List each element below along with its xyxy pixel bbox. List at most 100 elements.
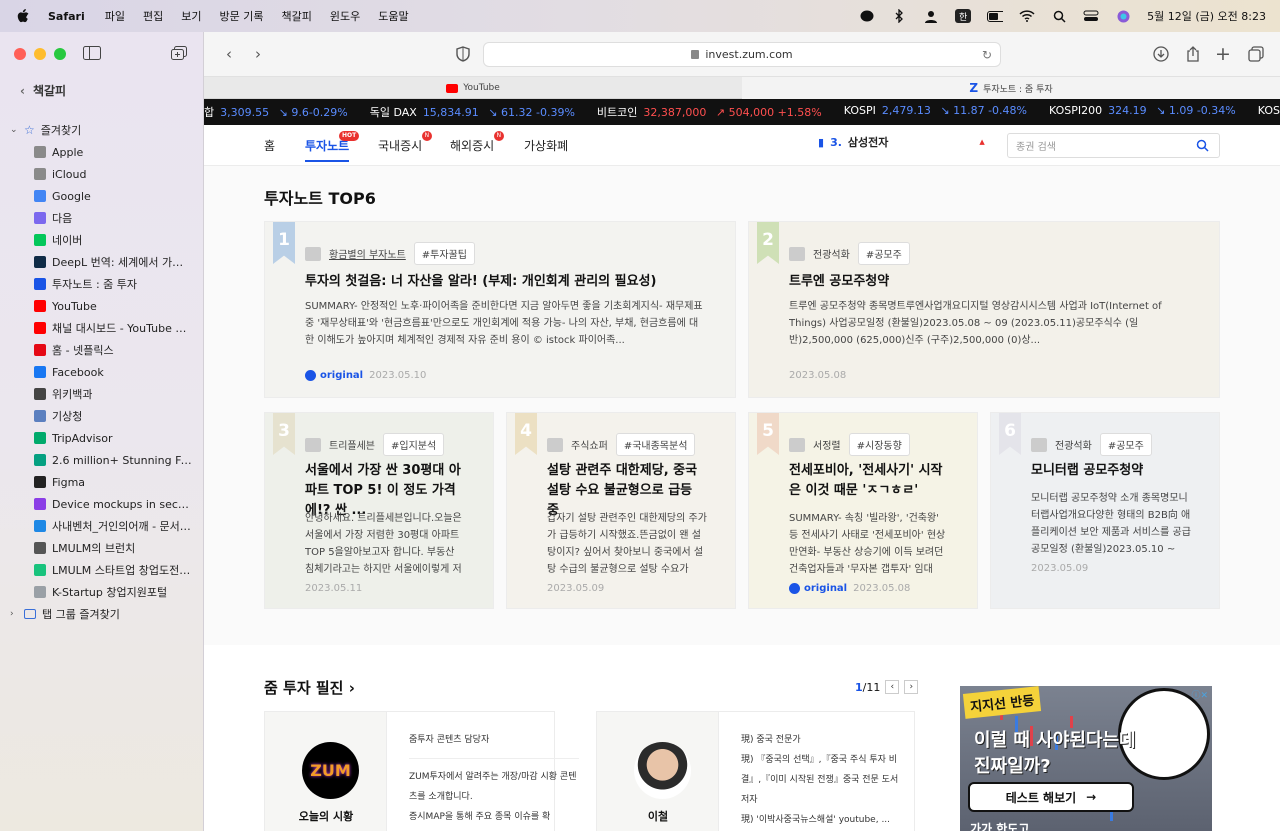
minimize-button[interactable] xyxy=(34,48,46,60)
nav-domestic[interactable]: 국내증시 N xyxy=(378,131,433,154)
sidebar-toggle-icon[interactable] xyxy=(83,46,101,60)
close-button[interactable] xyxy=(14,48,26,60)
menu-view[interactable]: 보기 xyxy=(181,8,201,24)
card-title[interactable]: 트루엔 공모주청약 xyxy=(789,272,1191,292)
back-icon[interactable]: ‹ xyxy=(220,45,238,63)
wifi-icon[interactable] xyxy=(1019,9,1035,23)
author-name[interactable]: 전광석화 xyxy=(1055,437,1092,452)
ad-cta-button[interactable]: 테스트 해보기 → xyxy=(968,782,1134,812)
back-chevron-icon[interactable]: ‹ xyxy=(20,84,25,98)
bookmark-item[interactable]: Facebook xyxy=(0,361,204,383)
favorites-folder[interactable]: ⌄ ☆ 즐겨찾기 xyxy=(0,119,204,141)
forward-icon[interactable]: › xyxy=(249,45,267,63)
author-name[interactable]: 트리플세븐 xyxy=(329,437,375,452)
next-page-button[interactable]: › xyxy=(904,680,919,694)
ad-banner[interactable]: ⓘ✕ 지지선 반등 이럴 때 사야된다는데 진짜일까? 테스트 해보기 → 가가… xyxy=(960,686,1212,831)
bookmark-item[interactable]: YouTube xyxy=(0,295,204,317)
nav-invest-note[interactable]: 투자노트 HOT xyxy=(305,131,360,162)
ticker-item[interactable]: KOSPI 2,479.13 ↘ 11.87 -0.48% xyxy=(844,104,1027,120)
note-card[interactable]: 5 서정렬 #시장동향 전세포비아, '전세사기' 시작은 이것 때문 'ㅈㄱㅎㄹ' S… xyxy=(748,412,978,609)
bookmark-item[interactable]: 기상청 xyxy=(0,405,204,427)
reload-icon[interactable]: ↻ xyxy=(982,48,992,62)
bookmark-item[interactable]: 네이버 xyxy=(0,229,204,251)
note-card[interactable]: 2 전광석화 #공모주 트루엔 공모주청약 트루엔 공모주청약 종목명트루엔사업개요디지… xyxy=(748,221,1220,398)
bookmark-item[interactable]: DeepL 번역: 세계에서 가장... xyxy=(0,251,204,273)
bookmark-item[interactable]: iCloud xyxy=(0,163,204,185)
bookmark-item[interactable]: Google xyxy=(0,185,204,207)
bookmark-item[interactable]: 2.6 million+ Stunning Free... xyxy=(0,449,204,471)
user-icon[interactable] xyxy=(923,9,939,23)
note-card[interactable]: 6 전광석화 #공모주 모니터랩 공모주청약 모니터랩 공모주청약 소개 종목명모니터랩… xyxy=(990,412,1220,609)
writer-card[interactable]: 이철 現) 중국 전문가 現) 『중국의 선택』,『중국 주식 투자 비결』,『… xyxy=(596,711,915,831)
apple-menu-icon[interactable] xyxy=(16,9,30,23)
menu-edit[interactable]: 편집 xyxy=(143,8,163,24)
bookmark-item[interactable]: K-Startup 창업지원포털 xyxy=(0,581,204,603)
new-tab-icon[interactable]: + xyxy=(1214,43,1232,65)
siri-icon[interactable] xyxy=(1115,9,1131,23)
nav-overseas[interactable]: 해외증시 N xyxy=(450,131,505,154)
note-card[interactable]: 4 주식쇼퍼 #국내종목분석 설탕 관련주 대한제당, 중국 설탕 수요 불균형으로 … xyxy=(506,412,736,609)
bookmark-item[interactable]: 사내벤처_거인의어깨 - 문서 -... xyxy=(0,515,204,537)
author-name[interactable]: 전광석화 xyxy=(813,246,850,261)
download-icon[interactable] xyxy=(1152,45,1170,63)
input-source-indicator[interactable]: 한 xyxy=(955,9,972,23)
tab-zum-invest[interactable]: Z 투자노트 : 줌 투자 xyxy=(742,77,1280,99)
card-title[interactable]: 투자의 첫걸음: 너 자산을 알라! (부제: 개인회계 관리의 필요성) xyxy=(305,272,707,292)
card-tag[interactable]: #입지분석 xyxy=(383,433,445,456)
card-tag[interactable]: #시장동향 xyxy=(848,433,910,456)
menu-help[interactable]: 도움말 xyxy=(378,8,408,24)
bookmark-item[interactable]: 채널 대시보드 - YouTube St... xyxy=(0,317,204,339)
nav-crypto[interactable]: 가상화폐 xyxy=(524,137,568,154)
card-tag[interactable]: #공모주 xyxy=(1099,433,1152,456)
bookmark-item[interactable]: TripAdvisor xyxy=(0,427,204,449)
tab-group-icon[interactable] xyxy=(171,46,189,60)
ticker-item[interactable]: 합 3,309.55 ↘ 9.6-0.29% xyxy=(204,104,348,120)
nav-home[interactable]: 홈 xyxy=(264,137,275,154)
card-tag[interactable]: #투자꿀팁 xyxy=(413,242,475,265)
card-tag[interactable]: #국내종목분석 xyxy=(615,433,696,456)
ticker-item[interactable]: KOSDAQ823.82 ↘ 7. xyxy=(1258,104,1280,120)
chevron-right-icon[interactable]: › xyxy=(10,609,20,619)
note-card[interactable]: 1 황금별의 부자노트 #투자꿀팁 투자의 첫걸음: 너 자산을 알라! (부제: 개… xyxy=(264,221,736,398)
address-bar[interactable]: invest.zum.com ↻ xyxy=(483,42,1001,67)
search-icon[interactable] xyxy=(1196,139,1209,152)
tab-overview-icon[interactable] xyxy=(1247,45,1265,63)
ticker-item[interactable]: KOSPI200 324.19 ↘ 1.09 -0.34% xyxy=(1049,104,1236,120)
zoom-button[interactable] xyxy=(54,48,66,60)
bookmark-item[interactable]: 다음 xyxy=(0,207,204,229)
prev-page-button[interactable]: ‹ xyxy=(885,680,900,694)
menu-history[interactable]: 방문 기록 xyxy=(220,8,264,24)
tab-youtube[interactable]: YouTube xyxy=(204,77,742,99)
note-card[interactable]: 3 트리플세븐 #입지분석 서울에서 가장 싼 30평대 아파트 TOP 5! 이 정… xyxy=(264,412,494,609)
privacy-shield-icon[interactable] xyxy=(454,45,472,63)
messages-icon[interactable] xyxy=(859,9,875,23)
bookmark-item[interactable]: 투자노트 : 줌 투자 xyxy=(0,273,204,295)
card-title[interactable]: 모니터랩 공모주청약 xyxy=(1031,461,1191,481)
share-icon[interactable] xyxy=(1184,45,1202,63)
ticker-item[interactable]: 독일 DAX 15,834.91 ↘ 61.32 -0.39% xyxy=(370,104,575,120)
card-title[interactable]: 전세포비아, '전세사기' 시작은 이것 때문 'ㅈㄱㅎㄹ' xyxy=(789,461,949,501)
author-name[interactable]: 주식쇼퍼 xyxy=(571,437,608,452)
bookmark-item[interactable]: Device mockups in secon... xyxy=(0,493,204,515)
trending-rank[interactable]: ▮ 3. 삼성전자 ▲ ⌄ xyxy=(818,133,1016,151)
bluetooth-icon[interactable] xyxy=(891,9,907,23)
card-tag[interactable]: #공모주 xyxy=(857,242,910,265)
spotlight-icon[interactable] xyxy=(1051,9,1067,23)
bookmark-item[interactable]: LMULM 스타트업 창업도전기... xyxy=(0,559,204,581)
bookmarks-header[interactable]: ‹ 책갈피 xyxy=(20,82,66,99)
author-name[interactable]: 서정렬 xyxy=(813,437,841,452)
control-center-icon[interactable] xyxy=(1083,9,1099,23)
menu-file[interactable]: 파일 xyxy=(105,8,125,24)
chevron-down-icon[interactable]: ⌄ xyxy=(10,125,20,135)
ticker-item[interactable]: 비트코인 32,387,000 ↗ 504,000 +1.58% xyxy=(597,104,822,120)
author-name[interactable]: 황금별의 부자노트 xyxy=(329,246,406,261)
bookmark-item[interactable]: 홈 - 넷플릭스 xyxy=(0,339,204,361)
clock[interactable]: 5월 12일 (금) 오전 8:23 xyxy=(1147,8,1266,24)
bookmark-item[interactable]: Figma xyxy=(0,471,204,493)
writer-card[interactable]: ZUM 오늘의 시황 줌투자 콘텐츠 담당자 ZUM투자에서 알려주는 개장/마… xyxy=(264,711,579,831)
bookmark-item[interactable]: Apple xyxy=(0,141,204,163)
menu-window[interactable]: 윈도우 xyxy=(330,8,360,24)
bookmark-item[interactable]: 위키백과 xyxy=(0,383,204,405)
battery-icon[interactable] xyxy=(987,9,1004,23)
menu-bookmarks[interactable]: 책갈피 xyxy=(281,8,311,24)
